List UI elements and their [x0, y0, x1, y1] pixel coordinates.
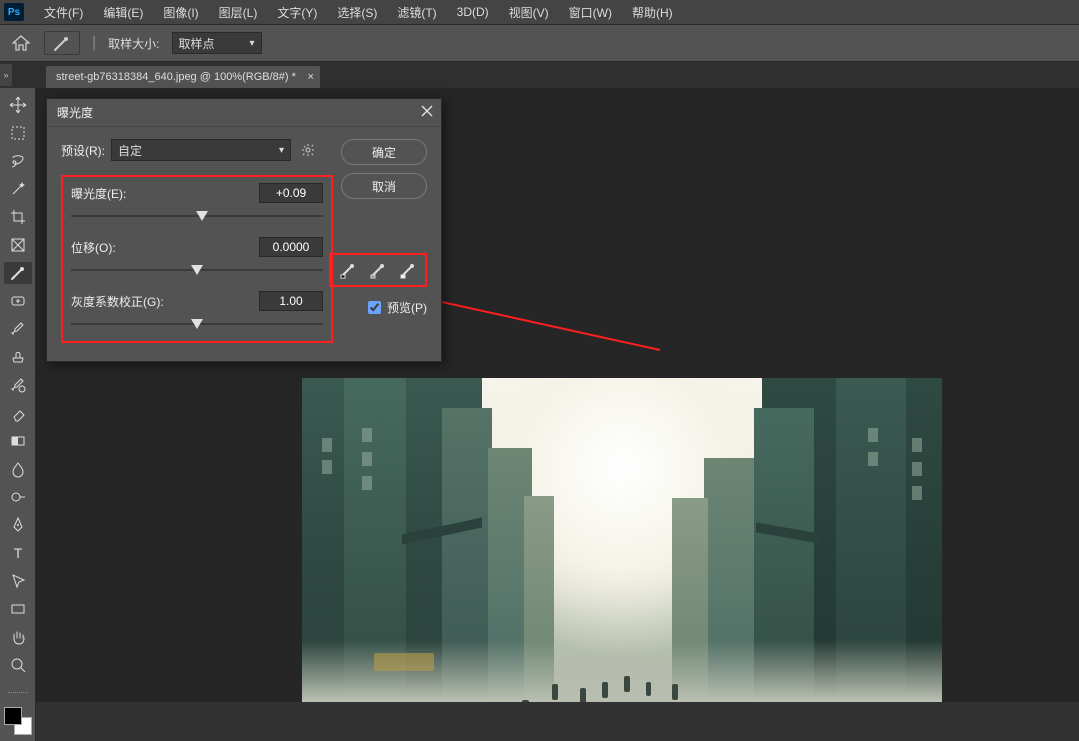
- offset-slider-thumb[interactable]: [191, 265, 203, 275]
- exposure-input[interactable]: [259, 183, 323, 203]
- move-tool[interactable]: [4, 94, 32, 116]
- blur-tool[interactable]: [4, 458, 32, 480]
- menu-layer[interactable]: 图层(L): [209, 0, 268, 25]
- preset-select[interactable]: 自定: [111, 139, 291, 161]
- canvas-image[interactable]: [302, 378, 942, 702]
- sample-size-select[interactable]: 取样点: [172, 32, 262, 54]
- eyedropper-tool[interactable]: [4, 262, 32, 284]
- exposure-label: 曝光度(E):: [71, 185, 126, 202]
- gradient-tool[interactable]: [4, 430, 32, 452]
- history-brush-tool[interactable]: [4, 374, 32, 396]
- preview-checkbox-row[interactable]: 预览(P): [368, 299, 427, 316]
- gamma-slider-thumb[interactable]: [191, 319, 203, 329]
- offset-slider[interactable]: [71, 263, 323, 277]
- exposure-dialog: 曝光度 预设(R): 自定 曝光度(E):: [46, 98, 442, 362]
- crop-tool[interactable]: [4, 206, 32, 228]
- rectangle-tool[interactable]: [4, 598, 32, 620]
- dialog-title: 曝光度: [57, 104, 93, 121]
- close-icon[interactable]: ×: [307, 71, 313, 83]
- exposure-slider-group: 曝光度(E): 位移(O):: [61, 175, 333, 343]
- toolbox: T: [0, 88, 36, 741]
- menu-image[interactable]: 图像(I): [153, 0, 208, 25]
- eyedropper-white-icon[interactable]: [397, 259, 419, 281]
- app-logo-icon: Ps: [4, 3, 24, 21]
- eraser-tool[interactable]: [4, 402, 32, 424]
- close-icon[interactable]: [421, 105, 433, 117]
- brush-tool[interactable]: [4, 318, 32, 340]
- tool-preview-icon[interactable]: [44, 31, 80, 55]
- menu-help[interactable]: 帮助(H): [622, 0, 683, 25]
- gamma-input[interactable]: [259, 291, 323, 311]
- color-swatches[interactable]: [4, 707, 32, 735]
- menu-file[interactable]: 文件(F): [34, 0, 93, 25]
- eyedropper-black-icon[interactable]: [337, 259, 359, 281]
- menu-edit[interactable]: 编辑(E): [93, 0, 153, 25]
- magic-wand-tool[interactable]: [4, 178, 32, 200]
- menu-select[interactable]: 选择(S): [327, 0, 387, 25]
- cancel-button[interactable]: 取消: [341, 173, 427, 199]
- hand-tool[interactable]: [4, 626, 32, 648]
- exposure-slider-thumb[interactable]: [196, 211, 208, 221]
- zoom-tool[interactable]: [4, 654, 32, 676]
- options-bar: | 取样大小: 取样点: [0, 24, 1079, 62]
- marquee-tool[interactable]: [4, 122, 32, 144]
- document-tab[interactable]: street-gb76318384_640.jpeg @ 100%(RGB/8#…: [46, 66, 320, 88]
- dialog-title-bar[interactable]: 曝光度: [47, 99, 441, 127]
- panel-toggle-icon[interactable]: »: [0, 64, 12, 86]
- dodge-tool[interactable]: [4, 486, 32, 508]
- preview-checkbox[interactable]: [368, 301, 381, 314]
- menu-3d[interactable]: 3D(D): [447, 1, 499, 23]
- document-tab-bar: street-gb76318384_640.jpeg @ 100%(RGB/8#…: [0, 62, 1079, 88]
- gamma-label: 灰度系数校正(G):: [71, 293, 164, 310]
- offset-input[interactable]: [259, 237, 323, 257]
- document-tab-label: street-gb76318384_640.jpeg @ 100%(RGB/8#…: [56, 71, 296, 83]
- menu-window[interactable]: 窗口(W): [559, 0, 622, 25]
- menu-filter[interactable]: 滤镜(T): [387, 0, 446, 25]
- menu-view[interactable]: 视图(V): [499, 0, 559, 25]
- spot-heal-tool[interactable]: [4, 290, 32, 312]
- offset-label: 位移(O):: [71, 239, 116, 256]
- path-select-tool[interactable]: [4, 570, 32, 592]
- pen-tool[interactable]: [4, 514, 32, 536]
- lasso-tool[interactable]: [4, 150, 32, 172]
- gamma-slider[interactable]: [71, 317, 323, 331]
- foreground-color-swatch[interactable]: [4, 707, 22, 725]
- gear-icon[interactable]: [301, 143, 315, 157]
- ok-button[interactable]: 确定: [341, 139, 427, 165]
- eyedropper-group: [329, 253, 427, 287]
- preview-label: 预览(P): [387, 299, 427, 316]
- home-icon[interactable]: [10, 32, 32, 54]
- clone-stamp-tool[interactable]: [4, 346, 32, 368]
- svg-text:T: T: [13, 545, 22, 561]
- menu-type[interactable]: 文字(Y): [267, 0, 327, 25]
- type-tool[interactable]: T: [4, 542, 32, 564]
- preset-label: 预设(R):: [61, 142, 105, 159]
- eyedropper-gray-icon[interactable]: [367, 259, 389, 281]
- frame-tool[interactable]: [4, 234, 32, 256]
- exposure-slider[interactable]: [71, 209, 323, 223]
- menu-bar: Ps 文件(F) 编辑(E) 图像(I) 图层(L) 文字(Y) 选择(S) 滤…: [0, 0, 1079, 24]
- sample-size-label: 取样大小:: [108, 35, 159, 52]
